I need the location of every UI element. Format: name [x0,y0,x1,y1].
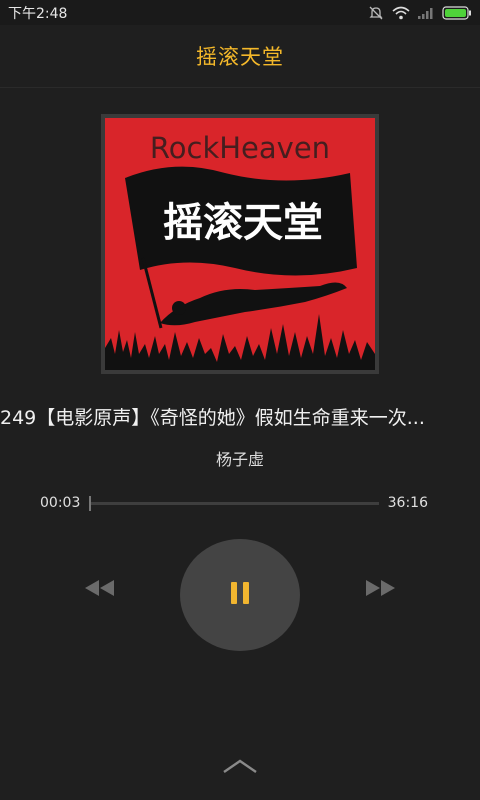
fast-forward-icon [365,580,395,600]
battery-icon [442,5,472,20]
track-artist: 杨子虚 [215,450,264,469]
elapsed-time: 00:03 [40,495,81,511]
total-time: 36:16 [387,495,428,511]
header: 摇滚天堂 [0,25,480,88]
previous-button[interactable] [80,575,120,605]
status-time: 下午2:48 [8,5,68,22]
album-flag-text: 摇滚天堂 [163,200,323,246]
album-top-text: RockHeaven [150,131,330,165]
next-button[interactable] [360,575,400,605]
signal-icon [418,7,434,19]
album-art: RockHeaven 摇滚天堂 [101,114,379,374]
progress-bar[interactable] [89,496,379,511]
status-bar: 下午2:48 [0,0,480,25]
status-icons [368,5,472,21]
rewind-icon [85,580,115,600]
expand-button[interactable] [220,756,260,780]
chevron-up-icon [222,758,258,778]
pause-button[interactable] [180,539,300,651]
silent-icon [368,5,384,21]
progress-thumb[interactable] [89,496,91,511]
page-title: 摇滚天堂 [196,45,284,69]
track-title: 249【电影原声】《奇怪的她》假如生命重来一次... [0,407,425,429]
pause-icon [228,582,252,608]
wifi-icon [392,6,410,20]
